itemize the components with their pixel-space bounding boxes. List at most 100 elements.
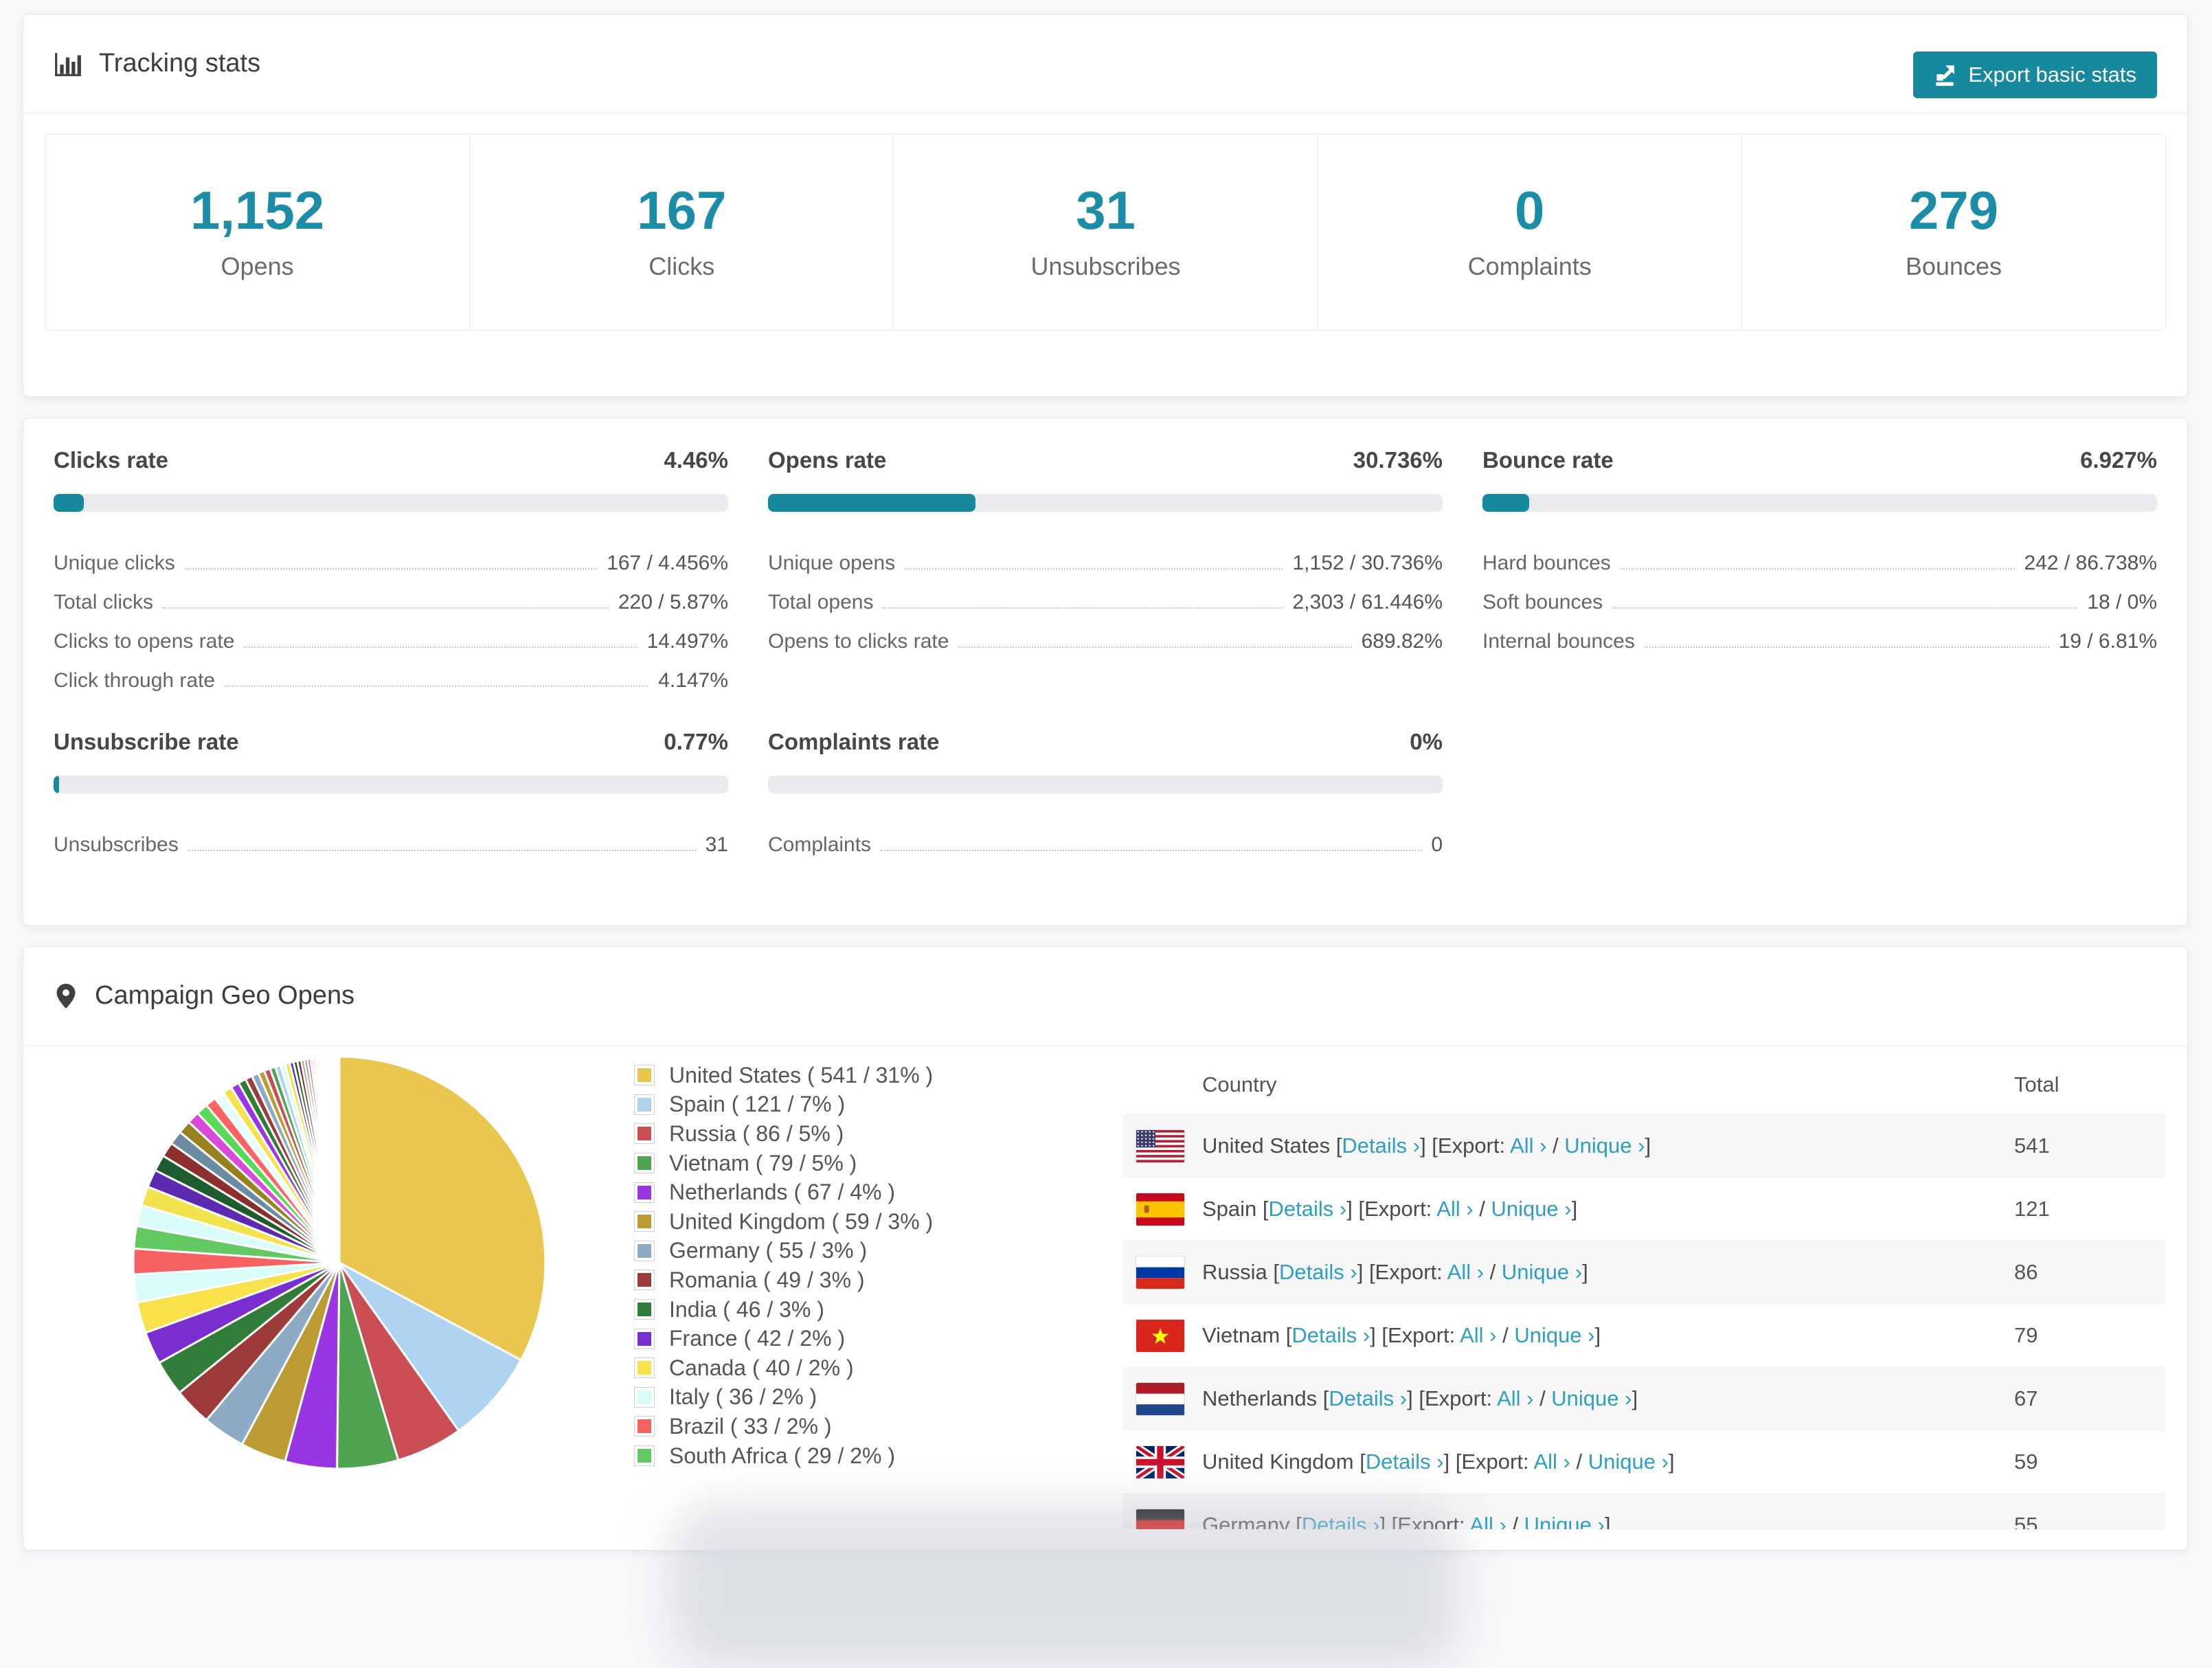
- export-unique-link[interactable]: Unique ›: [1491, 1197, 1571, 1221]
- nl-flag-icon: [1136, 1382, 1184, 1415]
- country-name: United States: [1202, 1134, 1331, 1158]
- export-all-link[interactable]: All ›: [1460, 1323, 1496, 1347]
- geo-title: Campaign Geo Opens: [95, 981, 355, 1010]
- export-unique-link[interactable]: Unique ›: [1514, 1323, 1594, 1347]
- stat-value: 279: [1908, 180, 1998, 240]
- legend-swatch: [637, 1185, 651, 1199]
- legend-label: France ( 42 / 2% ): [669, 1326, 846, 1351]
- export-all-link[interactable]: All ›: [1436, 1197, 1473, 1221]
- rate-row-total-opens: Total opens 2,303 / 61.446%: [768, 574, 1443, 613]
- legend-swatch: [637, 1419, 651, 1434]
- legend-label: South Africa ( 29 / 2% ): [669, 1443, 896, 1468]
- export-all-link[interactable]: All ›: [1510, 1134, 1546, 1158]
- bar-chart-icon: [55, 52, 81, 76]
- dotted-leader: [244, 646, 637, 648]
- export-unique-link[interactable]: Unique ›: [1588, 1450, 1669, 1474]
- dotted-leader: [881, 850, 1422, 851]
- export-unique-link[interactable]: Unique ›: [1564, 1134, 1645, 1158]
- country-name: Vietnam: [1202, 1323, 1280, 1347]
- map-pin-icon: [56, 983, 76, 1008]
- table-row-russia: Russia [Details ›] [Export: All › / Uniq…: [1122, 1241, 2165, 1304]
- rate-row-soft-bounces: Soft bounces 18 / 0%: [1482, 574, 2157, 613]
- legend-label: Netherlands ( 67 / 4% ): [669, 1180, 896, 1205]
- rate-row-label: Soft bounces: [1482, 591, 1603, 613]
- legend-label: Italy ( 36 / 2% ): [669, 1384, 817, 1410]
- rate-row-value: 220 / 5.87%: [618, 591, 728, 613]
- tracking-stats-header: Tracking stats Export basic stats: [23, 14, 2187, 113]
- rate-row-label: Hard bounces: [1482, 552, 1611, 574]
- rate-row-total-clicks: Total clicks 220 / 5.87%: [54, 574, 728, 613]
- legend-swatch: [637, 1068, 651, 1083]
- details-link[interactable]: Details ›: [1366, 1450, 1444, 1474]
- rate-progress-bar: [768, 494, 1443, 512]
- stats-row: 1,152 Opens 167 Clicks 31 Unsubscribes 0…: [45, 134, 2166, 330]
- rate-panel-bounce-rate: Bounce rate 6.927% Hard bounces 242 / 86…: [1482, 447, 2157, 692]
- legend-swatch: [637, 1243, 651, 1258]
- legend-swatch: [637, 1127, 651, 1141]
- geo-table: Country Total United States [Details ›] …: [1122, 1055, 2165, 1529]
- legend-item-brazil: Brazil ( 33 / 2% ): [633, 1412, 933, 1441]
- export-unique-link[interactable]: Unique ›: [1502, 1260, 1582, 1284]
- legend-label: Brazil ( 33 / 2% ): [669, 1413, 832, 1439]
- details-link[interactable]: Details ›: [1329, 1386, 1407, 1410]
- country-text: Netherlands [Details ›] [Export: All › /…: [1202, 1386, 1638, 1410]
- legend-label: Vietnam ( 79 / 5% ): [669, 1150, 857, 1175]
- de-flag-icon: [1136, 1509, 1184, 1529]
- export-all-link[interactable]: All ›: [1469, 1513, 1506, 1529]
- legend-item-netherlands: Netherlands ( 67 / 4% ): [633, 1177, 933, 1207]
- details-link[interactable]: Details ›: [1342, 1134, 1420, 1158]
- country-cell: Russia [Details ›] [Export: All › / Uniq…: [1136, 1256, 2014, 1289]
- rate-row-value: 2,303 / 61.446%: [1292, 591, 1443, 613]
- total-value: 59: [2014, 1450, 2038, 1474]
- details-link[interactable]: Details ›: [1279, 1260, 1357, 1284]
- total-value: 86: [2014, 1260, 2038, 1284]
- details-link[interactable]: Details ›: [1302, 1513, 1380, 1529]
- legend-item-canada: Canada ( 40 / 2% ): [633, 1353, 933, 1383]
- legend-swatch: [637, 1097, 651, 1112]
- pie-legend: United States ( 541 / 31% ) Spain ( 121 …: [633, 1061, 933, 1470]
- country-text: Germany [Details ›] [Export: All › / Uni…: [1202, 1513, 1610, 1529]
- vn-flag-icon: [1136, 1319, 1184, 1352]
- rate-row-internal-bounces: Internal bounces 19 / 6.81%: [1482, 613, 2157, 653]
- export-all-link[interactable]: All ›: [1447, 1260, 1484, 1284]
- rate-row-value: 4.147%: [658, 669, 728, 692]
- country-name: Russia: [1202, 1260, 1267, 1284]
- country-name: Netherlands: [1202, 1386, 1318, 1410]
- export-unique-link[interactable]: Unique ›: [1524, 1513, 1605, 1529]
- country-text: United States [Details ›] [Export: All ›…: [1202, 1134, 1651, 1158]
- total-value: 541: [2014, 1134, 2050, 1158]
- export-button-label: Export basic stats: [1968, 63, 2136, 87]
- dotted-leader: [1644, 646, 2049, 648]
- export-unique-link[interactable]: Unique ›: [1551, 1386, 1632, 1410]
- country-text: United Kingdom [Details ›] [Export: All …: [1202, 1450, 1675, 1474]
- country-cell: Netherlands [Details ›] [Export: All › /…: [1136, 1382, 2014, 1415]
- export-all-link[interactable]: All ›: [1533, 1450, 1570, 1474]
- legend-label: India ( 46 / 3% ): [669, 1296, 824, 1322]
- country-name: Spain: [1202, 1197, 1257, 1221]
- rate-row-label: Total clicks: [54, 591, 154, 613]
- dotted-leader: [958, 646, 1352, 648]
- stat-box-clicks: 167 Clicks: [469, 135, 893, 330]
- export-basic-stats-button[interactable]: Export basic stats: [1913, 52, 2157, 98]
- export-all-link[interactable]: All ›: [1497, 1386, 1533, 1410]
- geo-pie-chart[interactable]: [126, 1050, 552, 1476]
- rate-row-label: Click through rate: [54, 669, 216, 692]
- rate-row-value: 19 / 6.81%: [2058, 630, 2157, 653]
- rate-title: Bounce rate: [1482, 447, 1614, 473]
- legend-label: Russia ( 86 / 5% ): [669, 1120, 844, 1146]
- legend-swatch: [637, 1331, 651, 1346]
- table-row-netherlands: Netherlands [Details ›] [Export: All › /…: [1122, 1367, 2165, 1430]
- rate-row-hard-bounces: Hard bounces 242 / 86.738%: [1482, 535, 2157, 574]
- rate-head: Unsubscribe rate 0.77%: [54, 729, 728, 755]
- rate-row-value: 167 / 4.456%: [607, 552, 728, 574]
- rate-row-label: Complaints: [768, 833, 872, 856]
- legend-label: Romania ( 49 / 3% ): [669, 1267, 865, 1292]
- total-value: 67: [2014, 1386, 2038, 1410]
- details-link[interactable]: Details ›: [1269, 1197, 1347, 1221]
- details-link[interactable]: Details ›: [1291, 1323, 1370, 1347]
- rate-row-unique-opens: Unique opens 1,152 / 30.736%: [768, 535, 1443, 574]
- rate-head: Bounce rate 6.927%: [1482, 447, 2157, 473]
- country-text: Vietnam [Details ›] [Export: All › / Uni…: [1202, 1323, 1601, 1347]
- rate-progress-fill: [1482, 494, 1530, 512]
- legend-item-south-africa: South Africa ( 29 / 2% ): [633, 1441, 933, 1471]
